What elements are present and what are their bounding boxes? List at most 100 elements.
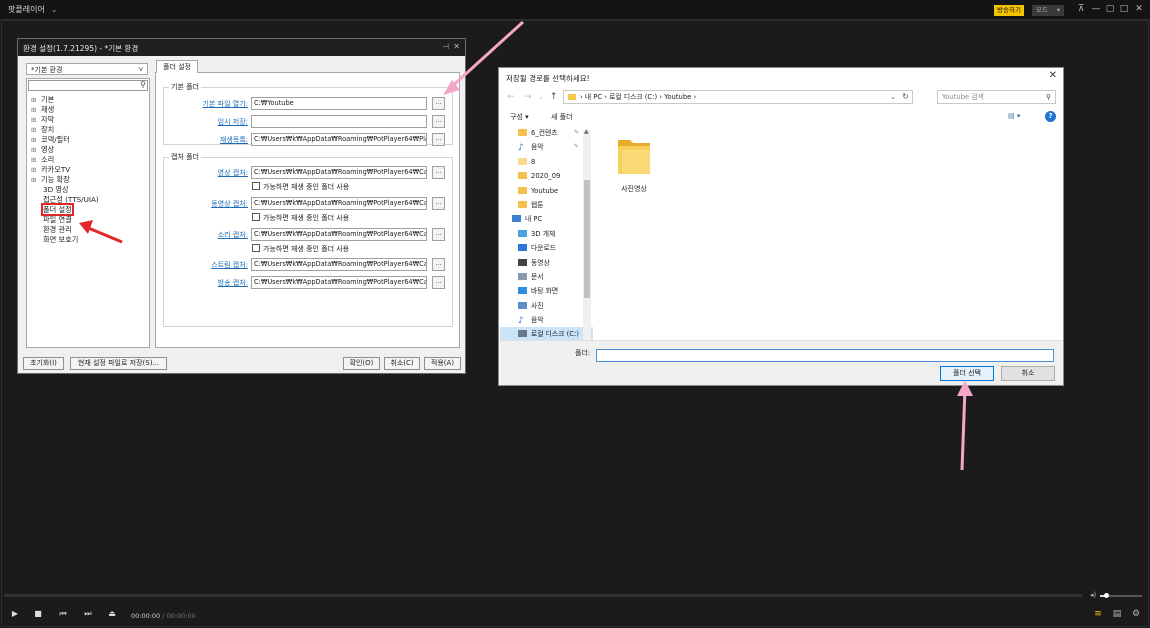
next-icon[interactable]: ⏭ [82,609,94,619]
expand-icon[interactable]: ⊞ [31,155,41,165]
tree-item[interactable]: ⊞ 장치 [31,125,99,135]
tree-item[interactable]: ⊞ 자막 [31,115,99,125]
folder-path-input[interactable] [251,115,427,128]
tree-item[interactable]: ⊞ 영상 [31,145,99,155]
search-icon[interactable]: ⚲ [140,80,146,89]
up-folder-icon[interactable]: ↑ [550,92,558,102]
seek-bar[interactable] [4,594,1082,597]
close-icon[interactable]: ✕ [453,42,460,51]
folder-path-label[interactable]: 재생목록: [164,135,248,145]
tree-item[interactable]: ⊞ 재생 [31,105,99,115]
folder-path-label[interactable]: 동영상 캡처: [164,199,248,209]
close-icon[interactable]: ✕ [1133,4,1145,14]
stop-icon[interactable]: ■ [32,609,44,618]
tree-item[interactable]: 환경 관리 [31,225,99,235]
expand-icon[interactable]: ⊞ [31,165,41,175]
nav-item[interactable]: 3D 개체 [500,227,593,241]
browse-button[interactable]: ... [432,133,445,146]
forward-icon[interactable]: → [524,92,532,102]
apply-button[interactable]: 적용(A) [424,357,461,370]
expand-icon[interactable]: ⊞ [31,145,41,155]
folder-path-input[interactable]: C:₩Users₩k₩AppData₩Roaming₩PotPlayer64₩C… [251,197,427,210]
browse-button[interactable]: ... [432,115,445,128]
nav-item[interactable]: 바탕 화면 [500,284,593,298]
scroll-up-icon[interactable]: ▲ [584,128,589,135]
tree-item[interactable]: ⊞ 코덱/필터 [31,135,99,145]
app-menu-button[interactable]: 팟플레이어 ⌄ [8,4,58,15]
checkbox-box[interactable] [252,244,260,252]
use-playing-folder-checkbox[interactable]: 가능하면 재생 중인 폴더 사용 [252,244,349,254]
scrollbar-thumb[interactable] [584,180,590,298]
settings-gear-icon[interactable]: ⚙ [1130,609,1142,619]
nav-item[interactable]: 문서 [500,270,593,284]
tree-item[interactable]: ⊞ 소리 [31,155,99,165]
use-playing-folder-checkbox[interactable]: 가능하면 재생 중인 폴더 사용 [252,213,349,223]
nav-item[interactable]: ♪ 음악 [500,313,593,327]
folder-path-input[interactable]: C:₩Users₩k₩AppData₩Roaming₩PotPlayer64₩P… [251,133,427,146]
broadcast-button[interactable]: 방송하기 [994,5,1024,16]
expand-icon[interactable]: ⊞ [31,105,41,115]
folder-path-input[interactable]: C:₩Users₩k₩AppData₩Roaming₩PotPlayer64₩C… [251,258,427,271]
help-icon[interactable]: ? [1045,111,1056,122]
folder-path-input[interactable]: C:₩Users₩k₩AppData₩Roaming₩PotPlayer64₩C… [251,166,427,179]
refresh-icon[interactable]: ↻ [902,91,909,103]
playlist-icon[interactable]: ≡ [1092,609,1104,619]
previous-icon[interactable]: ⏮ [57,609,69,619]
expand-icon[interactable]: ⊞ [31,135,41,145]
cancel-button[interactable]: 취소 [1001,366,1055,381]
pin-icon[interactable]: ⊣ [442,42,449,51]
tree-item[interactable]: ⊞ 기능 확장 [31,175,99,185]
minimize-icon[interactable]: — [1090,4,1102,14]
folder-path-input[interactable]: C:₩Users₩k₩AppData₩Roaming₩PotPlayer64₩C… [251,228,427,241]
maximize-icon[interactable]: □ [1118,4,1130,14]
tree-search-input[interactable]: ⚲ [28,80,148,91]
address-bar[interactable]: › 내 PC › 로컬 디스크 (C:) › Youtube › ⌄ ↻ [563,90,913,104]
tree-item[interactable]: 파일 연결 [31,215,99,225]
play-icon[interactable]: ▶ [9,609,21,618]
folder-search-input[interactable]: Youtube 검색 ⚲ [937,90,1056,104]
expand-icon[interactable]: ⊞ [31,125,41,135]
recent-locations-icon[interactable]: ⌄ [538,93,544,101]
browse-button[interactable]: ... [432,166,445,179]
tab-folder-settings[interactable]: 폴더 설정 [156,60,198,73]
reset-button[interactable]: 초기화(I) [23,357,64,370]
nav-item[interactable]: 6_컨텐츠 ✎ [500,126,593,140]
nav-item[interactable]: 2020_09 [500,169,593,183]
folder-path-input[interactable]: C:₩Users₩k₩AppData₩Roaming₩PotPlayer64₩C… [251,276,427,289]
cancel-button[interactable]: 취소(C) [384,357,420,370]
close-icon[interactable]: ✕ [1049,70,1057,81]
nav-item[interactable]: 8 [500,155,593,169]
nav-item[interactable]: 웹툰 [500,198,593,212]
browse-button[interactable]: ... [432,276,445,289]
expand-icon[interactable]: ⊞ [31,175,41,185]
pin-top-icon[interactable]: ⊼ [1075,4,1087,14]
folder-path-label[interactable]: 소리 캡처: [164,230,248,240]
tree-item[interactable]: 3D 영상 [31,185,99,195]
folder-path-label[interactable]: 임시 저장: [164,117,248,127]
volume-slider[interactable] [1100,593,1142,598]
folder-path-label[interactable]: 스트림 캡처: [164,260,248,270]
tree-item[interactable]: ⊞ 카카오TV [31,165,99,175]
select-folder-button[interactable]: 폴더 선택 [940,366,994,381]
ok-button[interactable]: 확인(O) [343,357,380,370]
back-icon[interactable]: ← [507,92,515,102]
chevron-down-icon[interactable]: ⌄ [890,91,896,103]
browse-button[interactable]: ... [432,258,445,271]
use-playing-folder-checkbox[interactable]: 가능하면 재생 중인 폴더 사용 [252,182,349,192]
expand-icon[interactable]: ⊞ [31,95,41,105]
new-folder-button[interactable]: 새 폴더 [551,112,573,122]
restore-icon[interactable]: ▢ [1104,4,1116,14]
checkbox-box[interactable] [252,213,260,221]
checkbox-box[interactable] [252,182,260,190]
organize-button[interactable]: 구성 ▾ [510,112,529,122]
expand-icon[interactable]: ⊞ [31,115,41,125]
folder-name-input[interactable] [596,349,1054,362]
tree-item[interactable]: 화면 보호기 [31,235,99,245]
volume-icon[interactable]: ◂) [1090,591,1096,599]
eject-icon[interactable]: ⏏ [106,609,118,618]
preset-combo[interactable]: *기본 환경 v [26,63,148,75]
browse-button[interactable]: ... [432,97,445,110]
tree-item[interactable]: ⊞ 기본 [31,95,99,105]
nav-item[interactable]: 다운로드 [500,241,593,255]
folder-path-label[interactable]: 영상 캡처: [164,168,248,178]
